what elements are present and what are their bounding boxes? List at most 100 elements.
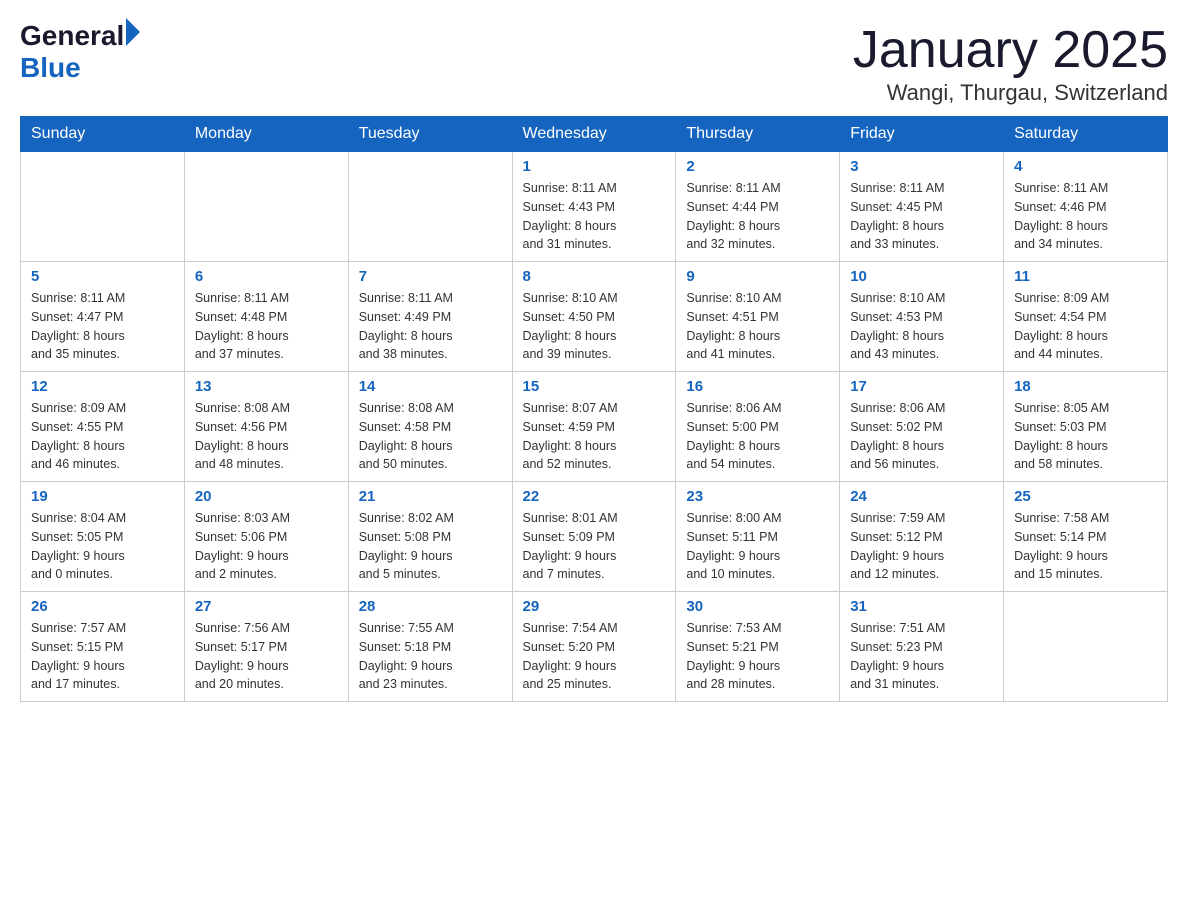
day-info: Sunrise: 8:04 AM Sunset: 5:05 PM Dayligh… <box>31 509 174 584</box>
calendar-title: January 2025 <box>853 20 1168 80</box>
header-day-sunday: Sunday <box>21 117 185 152</box>
day-info: Sunrise: 7:55 AM Sunset: 5:18 PM Dayligh… <box>359 619 502 694</box>
day-number: 10 <box>850 268 993 285</box>
day-number: 7 <box>359 268 502 285</box>
day-cell: 25 Sunrise: 7:58 AM Sunset: 5:14 PM Dayli… <box>1004 482 1168 592</box>
day-cell: 27Sunrise: 7:56 AM Sunset: 5:17 PM Dayli… <box>184 592 348 702</box>
week-row-3: 12Sunrise: 8:09 AM Sunset: 4:55 PM Dayli… <box>21 372 1168 482</box>
day-cell <box>184 152 348 262</box>
day-cell: 11 Sunrise: 8:09 AM Sunset: 4:54 PM Dayli… <box>1004 262 1168 372</box>
week-row-1: 1Sunrise: 8:11 AM Sunset: 4:43 PM Daylig… <box>21 152 1168 262</box>
day-info: Sunrise: 8:00 AM Sunset: 5:11 PM Dayligh… <box>686 509 829 584</box>
day-number: 5 <box>31 268 174 285</box>
header-day-thursday: Thursday <box>676 117 840 152</box>
day-number: 13 <box>195 378 338 395</box>
day-cell: 23 Sunrise: 8:00 AM Sunset: 5:11 PM Dayli… <box>676 482 840 592</box>
logo-general: General <box>20 20 124 52</box>
day-cell: 5 Sunrise: 8:11 AM Sunset: 4:47 PM Daylig… <box>21 262 185 372</box>
day-info: Sunrise: 8:06 AM Sunset: 5:02 PM Dayligh… <box>850 399 993 474</box>
day-info: Sunrise: 7:58 AM Sunset: 5:14 PM Dayligh… <box>1014 509 1157 584</box>
day-cell: 17Sunrise: 8:06 AM Sunset: 5:02 PM Dayli… <box>840 372 1004 482</box>
day-cell <box>348 152 512 262</box>
day-cell: 3 Sunrise: 8:11 AM Sunset: 4:45 PM Daylig… <box>840 152 1004 262</box>
logo-blue: Blue <box>20 52 81 83</box>
day-cell: 16 Sunrise: 8:06 AM Sunset: 5:00 PM Dayli… <box>676 372 840 482</box>
day-number: 25 <box>1014 488 1157 505</box>
logo-arrow-icon <box>126 18 140 46</box>
day-number: 16 <box>686 378 829 395</box>
day-info: Sunrise: 7:57 AM Sunset: 5:15 PM Dayligh… <box>31 619 174 694</box>
day-info: Sunrise: 8:08 AM Sunset: 4:58 PM Dayligh… <box>359 399 502 474</box>
day-cell: 18 Sunrise: 8:05 AM Sunset: 5:03 PM Dayli… <box>1004 372 1168 482</box>
day-cell <box>21 152 185 262</box>
header-day-tuesday: Tuesday <box>348 117 512 152</box>
day-info: Sunrise: 7:51 AM Sunset: 5:23 PM Dayligh… <box>850 619 993 694</box>
title-section: January 2025 Wangi, Thurgau, Switzerland <box>853 20 1168 106</box>
week-row-5: 26 Sunrise: 7:57 AM Sunset: 5:15 PM Dayli… <box>21 592 1168 702</box>
day-cell: 24 Sunrise: 7:59 AM Sunset: 5:12 PM Dayli… <box>840 482 1004 592</box>
day-number: 24 <box>850 488 993 505</box>
day-cell: 31 Sunrise: 7:51 AM Sunset: 5:23 PM Dayli… <box>840 592 1004 702</box>
day-number: 8 <box>523 268 666 285</box>
header-day-saturday: Saturday <box>1004 117 1168 152</box>
day-cell: 30 Sunrise: 7:53 AM Sunset: 5:21 PM Dayli… <box>676 592 840 702</box>
day-info: Sunrise: 8:11 AM Sunset: 4:45 PM Dayligh… <box>850 179 993 254</box>
day-cell: 12Sunrise: 8:09 AM Sunset: 4:55 PM Dayli… <box>21 372 185 482</box>
day-cell: 8 Sunrise: 8:10 AM Sunset: 4:50 PM Daylig… <box>512 262 676 372</box>
header-day-monday: Monday <box>184 117 348 152</box>
day-info: Sunrise: 8:02 AM Sunset: 5:08 PM Dayligh… <box>359 509 502 584</box>
day-number: 3 <box>850 158 993 175</box>
day-number: 30 <box>686 598 829 615</box>
day-number: 15 <box>523 378 666 395</box>
day-info: Sunrise: 8:11 AM Sunset: 4:47 PM Dayligh… <box>31 289 174 364</box>
page-header: General Blue January 2025 Wangi, Thurgau… <box>20 20 1168 106</box>
header-day-wednesday: Wednesday <box>512 117 676 152</box>
day-info: Sunrise: 8:11 AM Sunset: 4:48 PM Dayligh… <box>195 289 338 364</box>
day-cell: 1Sunrise: 8:11 AM Sunset: 4:43 PM Daylig… <box>512 152 676 262</box>
day-cell: 22Sunrise: 8:01 AM Sunset: 5:09 PM Dayli… <box>512 482 676 592</box>
day-info: Sunrise: 8:11 AM Sunset: 4:43 PM Dayligh… <box>523 179 666 254</box>
day-number: 14 <box>359 378 502 395</box>
day-info: Sunrise: 8:06 AM Sunset: 5:00 PM Dayligh… <box>686 399 829 474</box>
day-info: Sunrise: 8:09 AM Sunset: 4:54 PM Dayligh… <box>1014 289 1157 364</box>
day-number: 2 <box>686 158 829 175</box>
day-info: Sunrise: 8:10 AM Sunset: 4:51 PM Dayligh… <box>686 289 829 364</box>
day-cell: 19 Sunrise: 8:04 AM Sunset: 5:05 PM Dayli… <box>21 482 185 592</box>
day-info: Sunrise: 7:59 AM Sunset: 5:12 PM Dayligh… <box>850 509 993 584</box>
day-info: Sunrise: 8:11 AM Sunset: 4:44 PM Dayligh… <box>686 179 829 254</box>
day-info: Sunrise: 7:53 AM Sunset: 5:21 PM Dayligh… <box>686 619 829 694</box>
day-number: 4 <box>1014 158 1157 175</box>
day-number: 26 <box>31 598 174 615</box>
day-number: 11 <box>1014 268 1157 285</box>
day-cell: 20 Sunrise: 8:03 AM Sunset: 5:06 PM Dayli… <box>184 482 348 592</box>
day-number: 18 <box>1014 378 1157 395</box>
day-info: Sunrise: 8:09 AM Sunset: 4:55 PM Dayligh… <box>31 399 174 474</box>
day-info: Sunrise: 8:05 AM Sunset: 5:03 PM Dayligh… <box>1014 399 1157 474</box>
day-info: Sunrise: 8:03 AM Sunset: 5:06 PM Dayligh… <box>195 509 338 584</box>
day-number: 27 <box>195 598 338 615</box>
day-cell: 6Sunrise: 8:11 AM Sunset: 4:48 PM Daylig… <box>184 262 348 372</box>
logo: General Blue <box>20 20 140 84</box>
day-number: 19 <box>31 488 174 505</box>
day-cell: 7 Sunrise: 8:11 AM Sunset: 4:49 PM Daylig… <box>348 262 512 372</box>
day-info: Sunrise: 8:11 AM Sunset: 4:49 PM Dayligh… <box>359 289 502 364</box>
day-cell: 2 Sunrise: 8:11 AM Sunset: 4:44 PM Daylig… <box>676 152 840 262</box>
day-info: Sunrise: 8:10 AM Sunset: 4:50 PM Dayligh… <box>523 289 666 364</box>
day-number: 28 <box>359 598 502 615</box>
day-cell: 10 Sunrise: 8:10 AM Sunset: 4:53 PM Dayli… <box>840 262 1004 372</box>
day-number: 23 <box>686 488 829 505</box>
day-info: Sunrise: 8:10 AM Sunset: 4:53 PM Dayligh… <box>850 289 993 364</box>
day-cell: 26 Sunrise: 7:57 AM Sunset: 5:15 PM Dayli… <box>21 592 185 702</box>
day-number: 20 <box>195 488 338 505</box>
day-number: 31 <box>850 598 993 615</box>
calendar-table: SundayMondayTuesdayWednesdayThursdayFrid… <box>20 116 1168 702</box>
header-day-friday: Friday <box>840 117 1004 152</box>
day-info: Sunrise: 7:54 AM Sunset: 5:20 PM Dayligh… <box>523 619 666 694</box>
day-info: Sunrise: 8:11 AM Sunset: 4:46 PM Dayligh… <box>1014 179 1157 254</box>
week-row-2: 5 Sunrise: 8:11 AM Sunset: 4:47 PM Daylig… <box>21 262 1168 372</box>
day-info: Sunrise: 8:01 AM Sunset: 5:09 PM Dayligh… <box>523 509 666 584</box>
day-cell: 13Sunrise: 8:08 AM Sunset: 4:56 PM Dayli… <box>184 372 348 482</box>
day-cell: 4 Sunrise: 8:11 AM Sunset: 4:46 PM Daylig… <box>1004 152 1168 262</box>
calendar-subtitle: Wangi, Thurgau, Switzerland <box>853 80 1168 106</box>
day-info: Sunrise: 8:07 AM Sunset: 4:59 PM Dayligh… <box>523 399 666 474</box>
